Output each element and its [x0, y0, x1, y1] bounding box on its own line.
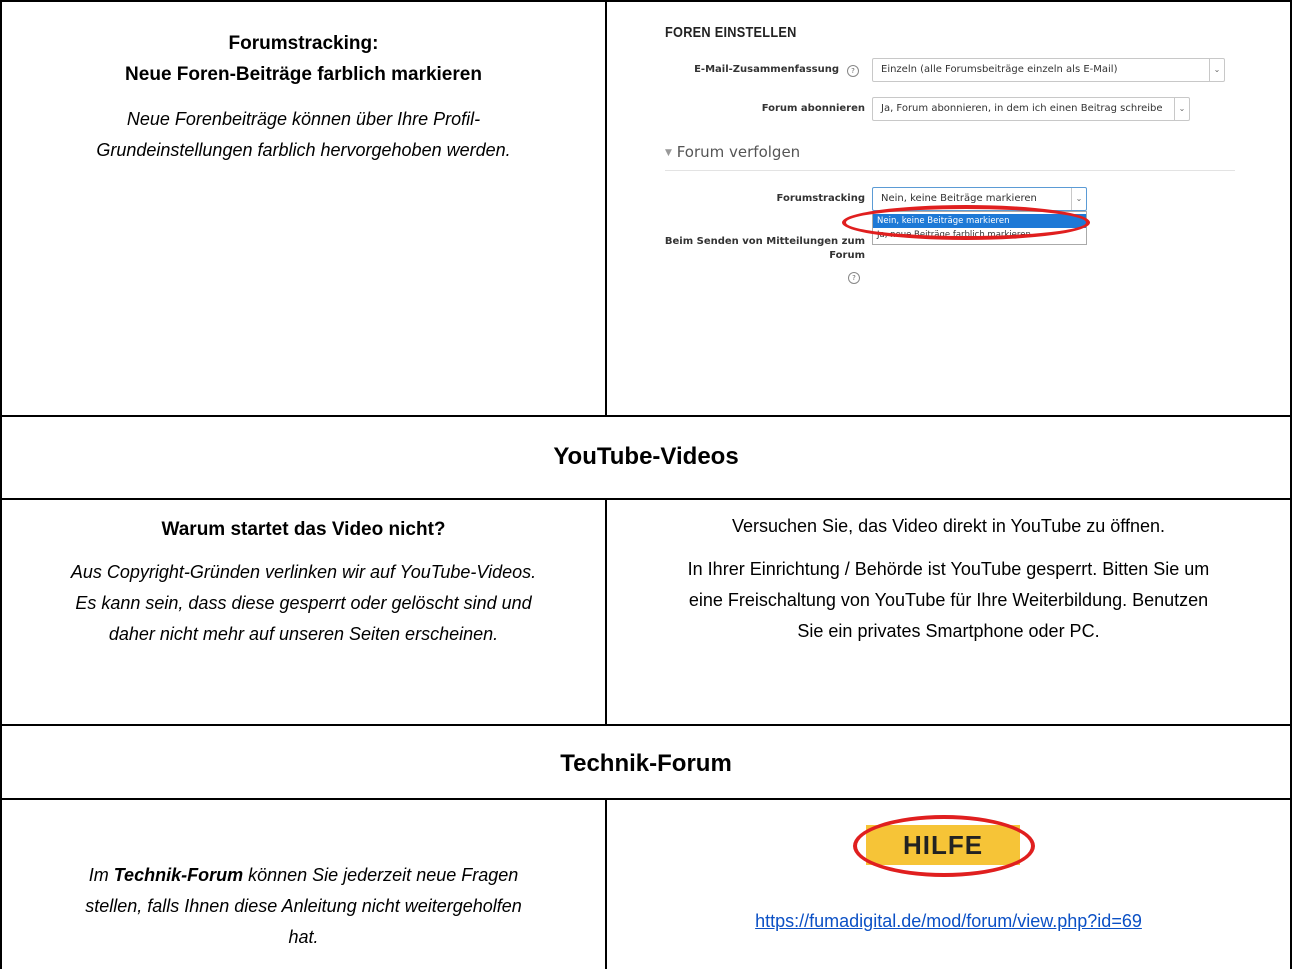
technik-forum-line1-post: können Sie jederzeit neue Fragen — [243, 865, 519, 885]
forumstracking-desc-line2: Grundeinstellungen farblich hervorgehobe… — [96, 140, 511, 160]
youtube-section-heading: YouTube-Videos — [553, 443, 739, 470]
chevron-down-icon: ⌄ — [1174, 98, 1189, 120]
subscribe-select[interactable]: Ja, Forum abonnieren, in dem ich einen B… — [872, 97, 1190, 121]
section-title: Forum verfolgen — [676, 143, 801, 161]
row-divider — [0, 498, 1292, 500]
forum-verfolgen-section-toggle[interactable]: ▼ Forum verfolgen — [665, 143, 800, 161]
technik-forum-line3: hat. — [288, 927, 319, 947]
forumstracking-title-line2: Neue Foren-Beiträge farblich markieren — [125, 64, 482, 85]
forumstracking-desc-line1: Neue Forenbeiträge können über Ihre Prof… — [126, 109, 481, 129]
chevron-down-icon: ⌄ — [1209, 59, 1224, 81]
help-document: Forumstracking: Neue Foren-Beiträge farb… — [0, 0, 1292, 969]
section-separator — [665, 170, 1235, 171]
youtube-question-cell: Warum startet das Video nicht? Aus Copyr… — [2, 514, 605, 650]
forumstracking-title-line1: Forumstracking: — [228, 33, 379, 54]
subscribe-select-value: Ja, Forum abonnieren, in dem ich einen B… — [881, 103, 1163, 114]
youtube-answer-para1: Versuchen Sie, das Video direkt in YouTu… — [732, 516, 1165, 536]
caret-down-icon: ▼ — [665, 148, 672, 158]
technik-forum-link[interactable]: https://fumadigital.de/mod/forum/view.ph… — [755, 911, 1142, 931]
forum-settings-screenshot: FOREN EINSTELLEN E-Mail-Zusammenfassung … — [607, 2, 1290, 415]
row-divider — [0, 415, 1292, 417]
subscribe-label: Forum abonnieren — [761, 103, 865, 114]
send-label-line1: Beim Senden von Mitteilungen zum — [664, 236, 865, 247]
technik-forum-line2: stellen, falls Ihnen diese Anleitung nic… — [85, 896, 522, 916]
chevron-down-icon: ⌄ — [1071, 188, 1086, 210]
youtube-question-title: Warum startet das Video nicht? — [161, 519, 446, 540]
row-divider — [0, 724, 1292, 726]
help-icon[interactable]: ? — [847, 65, 859, 77]
youtube-answer-para2-line3: Sie ein privates Smartphone oder PC. — [797, 621, 1100, 641]
send-label-line2: Forum — [829, 250, 865, 261]
youtube-question-desc-line2: Es kann sein, dass diese gesperrt oder g… — [75, 593, 532, 613]
youtube-question-desc-line1: Aus Copyright-Gründen verlinken wir auf … — [70, 562, 537, 582]
digest-select[interactable]: Einzeln (alle Forumsbeiträge einzeln als… — [872, 58, 1225, 82]
forum-settings-heading: FOREN EINSTELLEN — [665, 24, 797, 41]
tracking-label: Forumstracking — [776, 193, 865, 204]
row-divider — [0, 798, 1292, 800]
digest-label: E-Mail-Zusammenfassung — [694, 64, 839, 75]
highlight-ring — [853, 815, 1035, 877]
technik-forum-text-cell: Im Technik-Forum können Sie jederzeit ne… — [2, 860, 605, 953]
tracking-select-value: Nein, keine Beiträge markieren — [881, 193, 1037, 204]
highlight-ring — [842, 205, 1090, 240]
technik-forum-line1-pre: Im — [88, 865, 114, 885]
technik-forum-section-heading: Technik-Forum — [560, 750, 732, 777]
technik-forum-line1: Im Technik-Forum können Sie jederzeit ne… — [2, 860, 605, 891]
forum-link-cell: https://fumadigital.de/mod/forum/view.ph… — [607, 911, 1290, 932]
youtube-question-desc-line3: daher nicht mehr auf unseren Seiten ersc… — [108, 624, 499, 644]
technik-forum-name: Technik-Forum — [113, 865, 244, 885]
digest-select-value: Einzeln (alle Forumsbeiträge einzeln als… — [881, 64, 1118, 75]
help-icon[interactable]: ? — [848, 272, 860, 284]
column-divider — [605, 798, 607, 969]
youtube-answer-para2-line2: eine Freischaltung von YouTube für Ihre … — [688, 590, 1209, 610]
forumstracking-text-cell: Forumstracking: Neue Foren-Beiträge farb… — [2, 28, 605, 166]
youtube-answer-para2-line1: In Ihrer Einrichtung / Behörde ist YouTu… — [687, 559, 1210, 579]
youtube-answer-cell: Versuchen Sie, das Video direkt in YouTu… — [607, 511, 1290, 647]
